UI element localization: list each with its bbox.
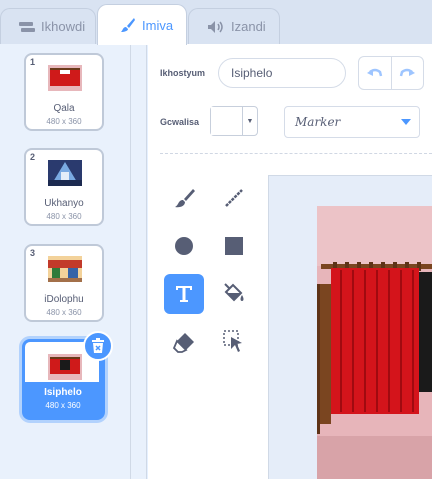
text-tool[interactable] <box>164 274 204 314</box>
undo-redo-group <box>358 56 424 90</box>
costume-size: 480 x 360 <box>46 212 82 221</box>
costume-item[interactable]: 1 Qala 480 x 360 <box>24 53 104 131</box>
font-dropdown-value: Marker <box>295 115 341 129</box>
redo-button[interactable] <box>390 57 423 89</box>
tab-sounds[interactable]: Izandi <box>188 8 280 44</box>
costume-item[interactable]: 3 iDolophu 480 x 360 <box>24 244 104 322</box>
circle-icon <box>175 237 193 255</box>
select-cursor-icon <box>223 330 242 352</box>
paint-editor: Ikhostyum Gcwalisa ▼ Marker <box>148 44 432 479</box>
undo-icon <box>366 68 383 77</box>
costume-size: 480 x 360 <box>46 308 82 317</box>
costume-number: 4 <box>28 343 34 353</box>
redo-icon <box>400 68 416 77</box>
paint-canvas[interactable] <box>317 206 432 479</box>
brush-icon <box>175 189 195 208</box>
costume-thumbnail <box>48 354 82 380</box>
paintbrush-icon <box>120 17 136 33</box>
costume-name: iDolophu <box>44 294 84 305</box>
delete-costume-button[interactable] <box>83 331 113 361</box>
costume-thumbnail <box>48 65 82 91</box>
costume-name: Qala <box>53 103 75 114</box>
costume-list-scrollbar[interactable] <box>131 44 147 479</box>
costume-name: Isiphelo <box>44 387 82 398</box>
line-tool[interactable] <box>214 178 254 218</box>
caret-down-icon <box>401 119 411 125</box>
costume-list: 1 Qala 480 x 360 2 Ukhanyo 480 x 360 3 i… <box>0 44 131 479</box>
code-blocks-icon <box>19 21 35 33</box>
chevron-down-icon: ▼ <box>246 117 254 125</box>
trash-icon <box>92 338 104 353</box>
costume-number: 2 <box>30 152 36 162</box>
tab-sounds-label: Izandi <box>231 19 266 34</box>
rectangle-icon <box>225 237 243 255</box>
tab-costumes-label: Imiva <box>142 17 174 33</box>
fill-color-swatch <box>211 107 243 135</box>
costume-name: Ukhanyo <box>44 198 84 209</box>
costume-name-label: Ikhostyum <box>160 68 206 78</box>
fill-tool[interactable] <box>214 274 254 314</box>
costume-number: 3 <box>30 248 36 258</box>
circle-tool[interactable] <box>164 226 204 266</box>
tab-code[interactable]: Ikhowdi <box>0 8 96 44</box>
costume-size: 480 x 360 <box>46 117 82 126</box>
eraser-icon <box>172 333 194 353</box>
costume-thumbnail <box>48 256 82 282</box>
paint-bucket-icon <box>224 283 244 302</box>
line-icon <box>225 189 243 207</box>
select-tool[interactable] <box>214 322 254 362</box>
costume-artwork <box>317 206 432 479</box>
font-dropdown[interactable]: Marker <box>284 106 420 138</box>
text-icon <box>176 286 192 302</box>
costume-name-input[interactable] <box>218 58 346 88</box>
editor-tab-bar: Ikhowdi Imiva Izandi <box>0 0 432 45</box>
eraser-tool[interactable] <box>164 322 204 362</box>
costume-thumbnail <box>48 160 82 186</box>
paint-canvas-area <box>268 175 432 479</box>
rectangle-tool[interactable] <box>214 226 254 266</box>
toolbar-divider <box>160 153 432 154</box>
undo-button[interactable] <box>359 57 391 89</box>
fill-label: Gcwalisa <box>160 117 200 127</box>
costume-size: 480 x 360 <box>45 401 81 410</box>
costume-item[interactable]: 2 Ukhanyo 480 x 360 <box>24 148 104 226</box>
tab-costumes[interactable]: Imiva <box>97 4 187 45</box>
costume-number: 1 <box>30 57 36 67</box>
fill-color-picker[interactable]: ▼ <box>210 106 258 136</box>
brush-tool[interactable] <box>164 178 204 218</box>
speaker-icon <box>207 20 225 34</box>
tab-code-label: Ikhowdi <box>41 19 86 34</box>
